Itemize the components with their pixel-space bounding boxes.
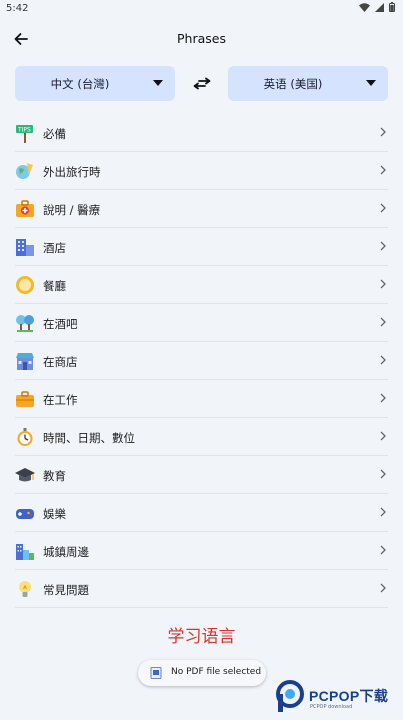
- chevron-right-icon: [380, 355, 386, 365]
- source-language-dropdown[interactable]: 中文 (台灣): [15, 66, 175, 101]
- briefcase-icon: [16, 391, 34, 407]
- city-icon: [16, 544, 34, 560]
- category-label: 娛樂: [43, 507, 66, 521]
- battery-icon: [389, 2, 395, 12]
- tips-sign-icon: TIPS: [16, 125, 33, 143]
- source-language-label: 中文 (台灣): [50, 77, 110, 91]
- stopwatch-icon: [17, 428, 33, 446]
- cell-signal-icon: [375, 2, 384, 12]
- chevron-right-icon: [380, 545, 386, 555]
- category-label: 教育: [43, 469, 66, 483]
- status-bar: 5:42: [0, 0, 403, 18]
- wifi-icon: [359, 2, 370, 12]
- app-bar: Phrases: [0, 18, 403, 60]
- travel-icon: [16, 163, 33, 179]
- category-label: 說明 / 醫療: [43, 203, 101, 217]
- category-label: 城鎮周邊: [43, 545, 89, 559]
- watermark-brand: PCPOP下载: [309, 688, 389, 704]
- hotel-icon: [16, 239, 34, 256]
- chevron-right-icon: [380, 241, 386, 251]
- category-row[interactable]: 常見問題: [15, 570, 388, 608]
- category-row[interactable]: 城鎮周邊: [15, 532, 388, 570]
- chevron-right-icon: [380, 317, 386, 327]
- pdf-chip-text: No PDF file selected: [171, 667, 262, 677]
- chevron-right-icon: [380, 279, 386, 289]
- chevron-right-icon: [380, 507, 386, 517]
- graduation-cap-icon: [15, 468, 35, 482]
- lightbulb-icon: [19, 581, 31, 597]
- category-label: 時間、日期、數位: [43, 431, 135, 445]
- dropdown-caret-icon: [366, 80, 376, 86]
- plate-icon: [16, 276, 34, 294]
- swap-arrows-icon: [193, 77, 211, 90]
- page-title: Phrases: [177, 31, 226, 46]
- store-icon: [16, 353, 34, 370]
- first-aid-kit-icon: [16, 200, 34, 217]
- chevron-right-icon: [380, 583, 386, 593]
- category-row[interactable]: 在工作: [15, 380, 388, 418]
- chevron-right-icon: [380, 203, 386, 213]
- language-selector-row: 中文 (台灣) 英语 (美国): [15, 66, 388, 101]
- category-label: 在商店: [43, 355, 78, 369]
- category-row[interactable]: 時間、日期、數位: [15, 418, 388, 456]
- pdf-selector-chip[interactable]: No PDF file selected: [138, 660, 266, 686]
- target-language-label: 英语 (美国): [263, 77, 323, 91]
- category-row[interactable]: 在酒吧: [15, 304, 388, 342]
- chevron-right-icon: [380, 469, 386, 479]
- dropdown-caret-icon: [153, 80, 163, 86]
- category-label: 常見問題: [43, 583, 89, 597]
- category-label: 在酒吧: [43, 317, 78, 331]
- category-row[interactable]: 酒店: [15, 228, 388, 266]
- learn-language-link[interactable]: 学习语言: [0, 622, 403, 647]
- chevron-right-icon: [380, 431, 386, 441]
- category-row[interactable]: TIPS 必備: [15, 114, 388, 152]
- phrase-category-list: TIPS 必備 外出旅行時 說明 / 醫療 酒店 餐廳 在酒吧 在商店 在工作 …: [15, 114, 388, 608]
- category-label: 必備: [43, 127, 66, 141]
- svg-text:TIPS: TIPS: [17, 127, 31, 134]
- pcpop-logo-icon: [276, 680, 304, 712]
- category-label: 外出旅行時: [43, 165, 101, 179]
- status-time: 5:42: [6, 3, 29, 14]
- category-row[interactable]: 外出旅行時: [15, 152, 388, 190]
- watermark-sub: PCPOP download: [310, 704, 353, 710]
- category-row[interactable]: 在商店: [15, 342, 388, 380]
- category-label: 餐廳: [43, 279, 66, 293]
- chevron-right-icon: [380, 165, 386, 175]
- category-row[interactable]: 餐廳: [15, 266, 388, 304]
- category-label: 在工作: [43, 393, 78, 407]
- bar-icon: [16, 315, 34, 332]
- category-row[interactable]: 教育: [15, 456, 388, 494]
- category-row[interactable]: 說明 / 醫療: [15, 190, 388, 228]
- category-row[interactable]: 娛樂: [15, 494, 388, 532]
- chevron-right-icon: [380, 393, 386, 403]
- swap-languages-button[interactable]: [190, 72, 214, 96]
- category-label: 酒店: [43, 241, 66, 255]
- chevron-right-icon: [380, 127, 386, 137]
- pdf-file-icon: [150, 667, 162, 679]
- gamepad-icon: [16, 509, 34, 519]
- target-language-dropdown[interactable]: 英语 (美国): [228, 66, 388, 101]
- status-icons: [359, 2, 395, 12]
- pcpop-watermark: PCPOP下载 PCPOP download: [275, 680, 397, 716]
